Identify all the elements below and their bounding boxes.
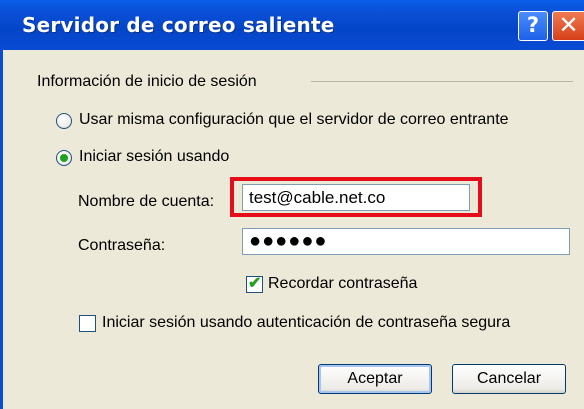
help-icon: ? <box>526 13 540 37</box>
dialog-title: Servidor de correo saliente <box>22 13 335 37</box>
title-bar[interactable]: Servidor de correo saliente ? ✕ <box>0 0 584 50</box>
radio-selected-dot <box>60 154 68 162</box>
secure-auth-checkbox[interactable] <box>79 315 96 332</box>
close-button[interactable]: ✕ <box>552 11 584 41</box>
password-label: Contraseña: <box>78 237 166 254</box>
remember-password-checkbox[interactable]: ✔ <box>246 275 263 293</box>
radio-login-using[interactable] <box>56 150 72 166</box>
radio-login-using-label[interactable]: Iniciar sesión usando <box>79 148 229 166</box>
group-divider <box>311 81 573 82</box>
login-info-group-legend: Información de inicio de sesión <box>37 73 257 90</box>
remember-password-label[interactable]: Recordar contraseña <box>268 275 417 293</box>
dialog-window: Servidor de correo saliente ? ✕ Informac… <box>0 0 584 409</box>
checkmark-icon: ✔ <box>248 275 262 292</box>
close-icon: ✕ <box>558 11 579 39</box>
account-name-label: Nombre de cuenta: <box>78 193 215 210</box>
cancel-button[interactable]: Cancelar <box>452 364 566 394</box>
window-left-border <box>0 50 3 409</box>
secure-auth-label[interactable]: Iniciar sesión usando autenticación de c… <box>102 314 510 332</box>
ok-button[interactable]: Aceptar <box>318 364 432 394</box>
radio-same-config-label[interactable]: Usar misma configuración que el servidor… <box>79 111 509 129</box>
help-button[interactable]: ? <box>518 11 548 41</box>
radio-same-config[interactable] <box>56 113 72 129</box>
account-highlight-box <box>230 177 482 217</box>
password-input[interactable]: ●●●●●● <box>242 228 570 255</box>
